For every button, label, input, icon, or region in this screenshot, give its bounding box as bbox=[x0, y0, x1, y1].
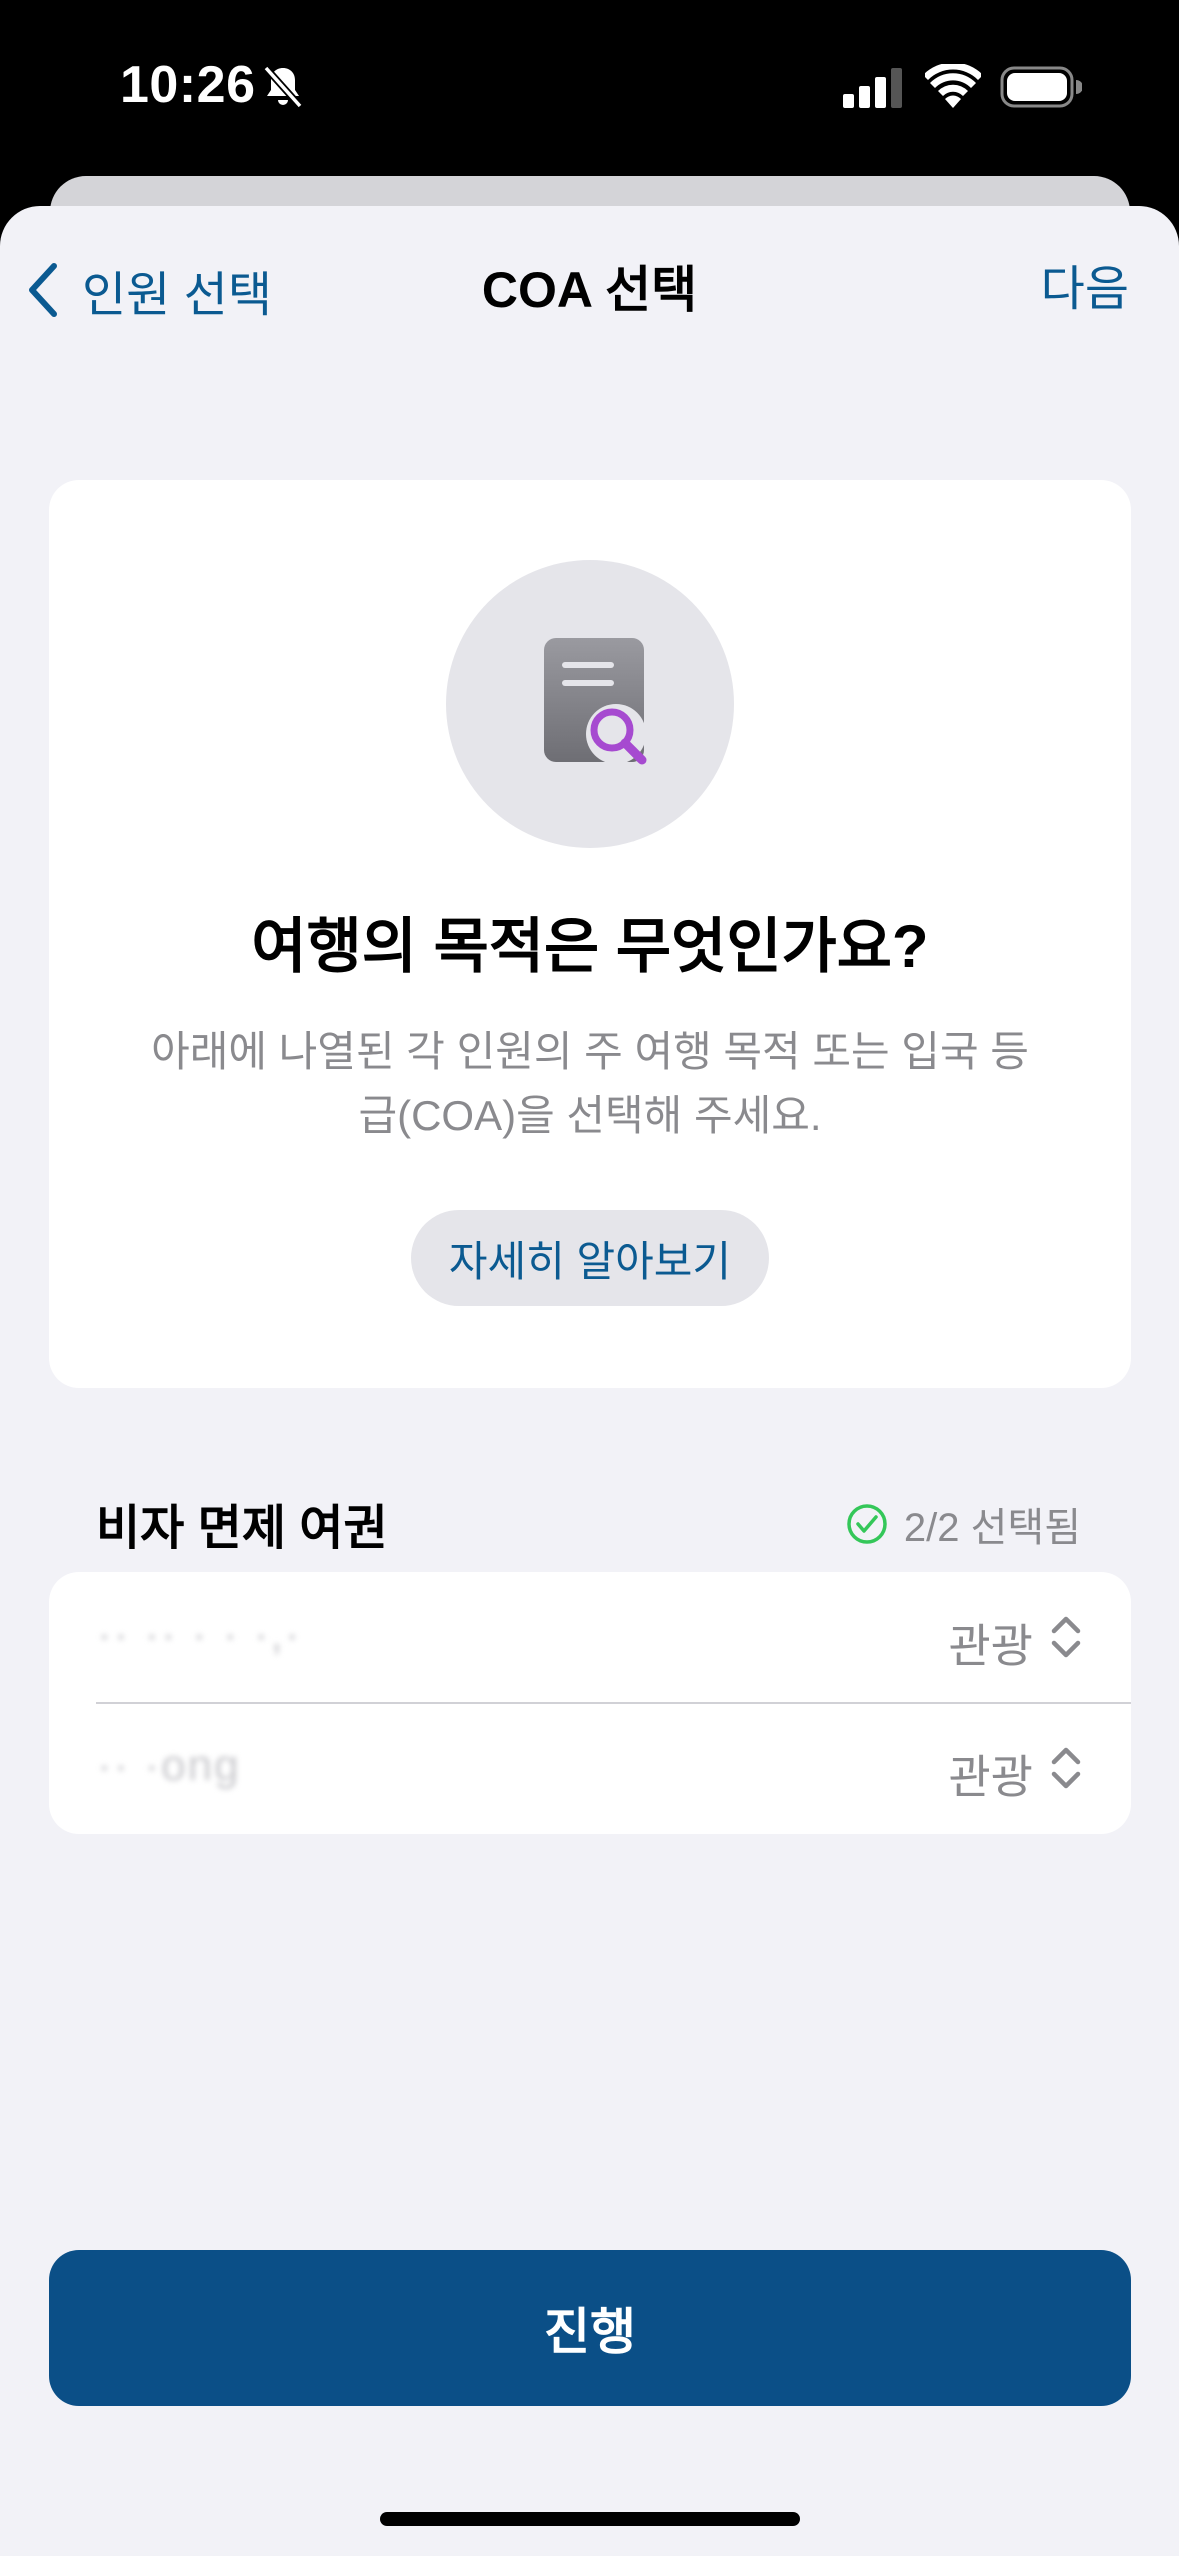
icon-circle bbox=[446, 560, 734, 848]
purpose-value: 관광 bbox=[948, 1620, 1033, 1672]
home-indicator[interactable] bbox=[380, 2512, 800, 2526]
traveler-name: ·· ·· · · ·,· bbox=[97, 1610, 302, 1659]
traveler-row[interactable]: ·· ·ong 관광 bbox=[49, 1703, 1131, 1834]
wifi-icon bbox=[925, 64, 981, 108]
page-title: COA 선택 bbox=[481, 262, 698, 318]
battery-icon bbox=[1000, 66, 1082, 108]
document-search-icon bbox=[544, 638, 647, 765]
card-heading: 여행의 목적은 무엇인가요? bbox=[251, 913, 929, 980]
status-bar: 10:26 bbox=[0, 0, 1179, 175]
next-button[interactable]: 다음 bbox=[1041, 258, 1129, 322]
chevron-up-down-icon bbox=[1051, 1616, 1081, 1658]
learn-more-button[interactable]: 자세히 알아보기 bbox=[411, 1210, 769, 1306]
info-card: 여행의 목적은 무엇인가요? 아래에 나열된 각 인원의 주 여행 목적 또는 … bbox=[49, 480, 1131, 1388]
traveler-name: ·· ·ong bbox=[97, 1741, 241, 1790]
traveler-list: ·· ·· · · ·,· 관광 ·· ·ong 관광 bbox=[49, 1572, 1131, 1834]
status-time: 10:26 bbox=[120, 56, 256, 114]
checkmark-circle-icon bbox=[847, 1504, 887, 1544]
section-title: 비자 면제 여권 bbox=[96, 1502, 388, 1555]
purpose-value: 관광 bbox=[948, 1751, 1033, 1803]
signal-icon bbox=[843, 68, 902, 108]
chevron-up-down-icon bbox=[1051, 1747, 1081, 1789]
proceed-button[interactable]: 진행 bbox=[49, 2250, 1131, 2406]
selection-status-text: 2/2 선택됨 bbox=[903, 1506, 1081, 1550]
card-description: 아래에 나열된 각 인원의 주 여행 목적 또는 입국 등급(COA)을 선택해… bbox=[151, 1028, 1029, 1139]
selection-status: 2/2 선택됨 bbox=[846, 1495, 1081, 1553]
traveler-row[interactable]: ·· ·· · · ·,· 관광 bbox=[49, 1572, 1131, 1704]
bell-slash-icon bbox=[263, 65, 303, 109]
